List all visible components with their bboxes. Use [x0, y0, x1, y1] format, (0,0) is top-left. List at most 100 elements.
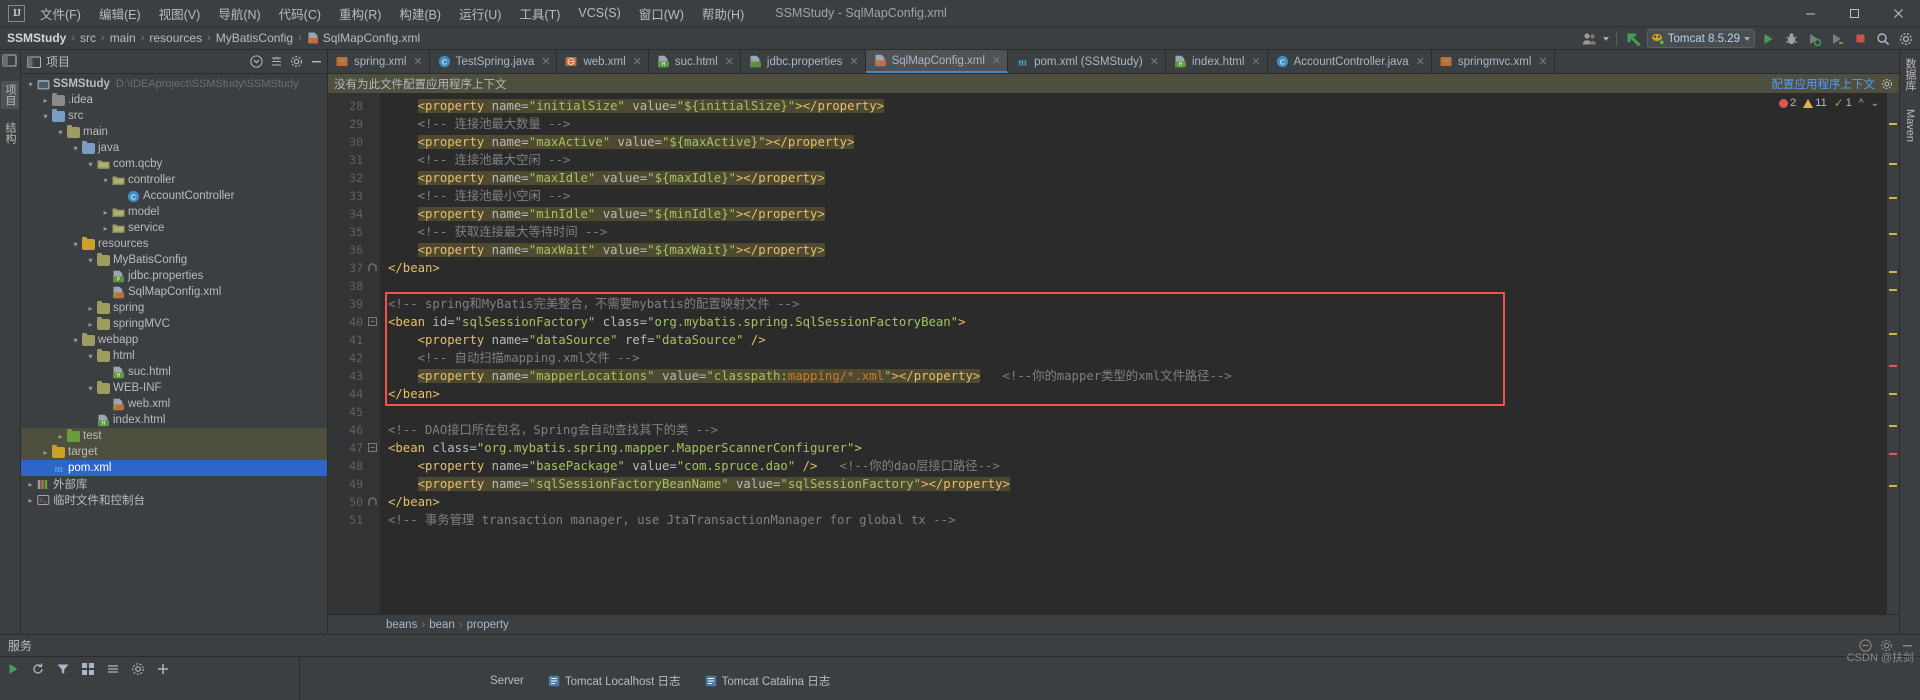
- stripe-project-icon[interactable]: [2, 53, 18, 69]
- code-line[interactable]: <property name="basePackage" value="com.…: [380, 457, 1887, 475]
- line-number[interactable]: 44: [328, 385, 380, 403]
- close-icon[interactable]: ✕: [992, 54, 1001, 67]
- chevron-down-icon[interactable]: ▾: [100, 175, 111, 186]
- close-icon[interactable]: ✕: [1538, 55, 1547, 68]
- chevron-down-icon[interactable]: ▾: [85, 383, 96, 394]
- stop-icon[interactable]: [1850, 29, 1870, 49]
- run-configuration-selector[interactable]: Tomcat 8.5.29: [1646, 29, 1755, 48]
- tree-item-ssmstudy[interactable]: ▾ SSMStudy D:\IDEAproject\SSMStudy\SSMStud…: [21, 76, 327, 92]
- menu-edit[interactable]: 编辑(E): [90, 0, 150, 27]
- chevron-down-icon[interactable]: ▾: [70, 239, 81, 250]
- chevron-right-icon[interactable]: ▸: [25, 479, 36, 490]
- code-line[interactable]: <property name="mapperLocations" value="…: [380, 367, 1887, 385]
- sidebar-item-structure[interactable]: 结构: [1, 119, 19, 147]
- menu-file[interactable]: 文件(F): [31, 0, 90, 27]
- menu-refactor[interactable]: 重构(R): [330, 0, 390, 27]
- sidebar-item-database[interactable]: 数据库: [1901, 55, 1919, 94]
- project-tree[interactable]: ▾ SSMStudy D:\IDEAproject\SSMStudy\SSMStud…: [21, 74, 327, 634]
- line-number-gutter[interactable]: 28 29 30 31 32 33 34 35 36 37 38 39 40−41 42 43 44 45 46 4…: [328, 93, 380, 614]
- gear-icon[interactable]: [1881, 78, 1893, 90]
- line-number[interactable]: 40−: [328, 313, 380, 331]
- menu-view[interactable]: 视图(V): [150, 0, 210, 27]
- code-line[interactable]: <property name="initialSize" value="${in…: [380, 97, 1887, 115]
- line-number[interactable]: 33: [328, 187, 380, 205]
- menu-run[interactable]: 运行(U): [450, 0, 510, 27]
- tree-item-web-xml[interactable]: web.xml: [21, 396, 327, 412]
- code-line[interactable]: <!-- 自动扫描mapping.xml文件 -->: [380, 349, 1887, 367]
- line-number[interactable]: 36: [328, 241, 380, 259]
- close-icon[interactable]: ✕: [849, 55, 858, 68]
- code-line[interactable]: <!-- DAO接口所在包名，Spring会自动查找其下的类 -->: [380, 421, 1887, 439]
- code-line[interactable]: <bean class="org.mybatis.spring.mapper.M…: [380, 439, 1887, 457]
- editor-tab-sqlmapconfig-xml[interactable]: SqlMapConfig.xml ✕: [865, 50, 1009, 73]
- breadcrumb-item-resources[interactable]: resources: [149, 31, 202, 45]
- code-line[interactable]: <property name="sqlSessionFactoryBeanNam…: [380, 475, 1887, 493]
- close-icon[interactable]: ✕: [1150, 55, 1159, 68]
- menu-tools[interactable]: 工具(T): [510, 0, 569, 27]
- line-number[interactable]: 41: [328, 331, 380, 349]
- chevron-down-icon[interactable]: ▾: [85, 351, 96, 362]
- chevron-right-icon[interactable]: ▸: [25, 495, 36, 506]
- settings-icon[interactable]: [1896, 29, 1916, 49]
- menu-help[interactable]: 帮助(H): [693, 0, 753, 27]
- menu-code[interactable]: 代码(C): [270, 0, 330, 27]
- editor-breadcrumb-bean[interactable]: bean: [429, 619, 455, 631]
- code-line[interactable]: <property name="minIdle" value="${minIdl…: [380, 205, 1887, 223]
- line-number[interactable]: 48: [328, 457, 380, 475]
- chevron-down-icon[interactable]: [1602, 36, 1609, 41]
- code-line[interactable]: <!-- 连接池最小空闲 -->: [380, 187, 1887, 205]
- editor-marker-bar[interactable]: [1887, 93, 1899, 614]
- chevron-down-icon[interactable]: ▾: [70, 143, 81, 154]
- chevron-down-icon[interactable]: [1744, 36, 1750, 41]
- line-number[interactable]: 47−: [328, 439, 380, 457]
- editor-breadcrumb[interactable]: beans › bean › property: [328, 614, 1899, 634]
- line-number[interactable]: 31: [328, 151, 380, 169]
- code-line[interactable]: <property name="maxIdle" value="${maxIdl…: [380, 169, 1887, 187]
- line-number[interactable]: 45: [328, 403, 380, 421]
- tree-item-src[interactable]: ▾ src: [21, 108, 327, 124]
- inspection-widget[interactable]: 2 11 ✓ 1 ^ ⌄: [1779, 96, 1879, 110]
- editor-tabs[interactable]: spring.xml ✕ C TestSpring.java ✕ web.xml ✕ Hsuc…: [328, 50, 1899, 74]
- tree-item-test[interactable]: ▸ test: [21, 428, 327, 444]
- coverage-icon[interactable]: [1804, 29, 1824, 49]
- line-number[interactable]: 51: [328, 511, 380, 529]
- chevron-up-icon[interactable]: ^: [1859, 98, 1864, 109]
- line-number[interactable]: 50: [328, 493, 380, 511]
- fold-end-icon[interactable]: [368, 497, 377, 506]
- hide-icon[interactable]: [310, 55, 323, 68]
- chevron-right-icon[interactable]: ▸: [100, 223, 111, 234]
- line-number[interactable]: 30: [328, 133, 380, 151]
- filter-icon[interactable]: [56, 662, 70, 676]
- debug-icon[interactable]: [1781, 29, 1801, 49]
- close-icon[interactable]: ✕: [1416, 55, 1425, 68]
- chevron-right-icon[interactable]: ▸: [40, 95, 51, 106]
- line-number[interactable]: 42: [328, 349, 380, 367]
- code-line[interactable]: <!-- 获取连接最大等待时间 -->: [380, 223, 1887, 241]
- code-line[interactable]: </bean>: [380, 259, 1887, 277]
- tree-item-webapp[interactable]: ▾ webapp: [21, 332, 327, 348]
- tree-item-pom-xml[interactable]: m pom.xml: [21, 460, 327, 476]
- breadcrumb-item-src[interactable]: src: [80, 31, 96, 45]
- tree-item--idea[interactable]: ▸ .idea: [21, 92, 327, 108]
- services-tab-server[interactable]: Server: [490, 675, 524, 687]
- settings-icon[interactable]: [290, 55, 303, 68]
- services-tabs[interactable]: Server Tomcat Localhost 日志 Tomcat Catalina…: [300, 657, 1920, 700]
- code-line[interactable]: <property name="maxWait" value="${maxWai…: [380, 241, 1887, 259]
- close-icon[interactable]: ✕: [413, 55, 422, 68]
- chevron-down-icon[interactable]: ⌄: [1871, 98, 1879, 109]
- run-icon[interactable]: [1758, 29, 1778, 49]
- menu-vcs[interactable]: VCS(S): [569, 2, 629, 24]
- collapse-all-icon[interactable]: [106, 662, 120, 676]
- chevron-right-icon[interactable]: ▸: [40, 447, 51, 458]
- fold-end-icon[interactable]: [368, 263, 377, 272]
- chevron-down-icon[interactable]: ▾: [70, 335, 81, 346]
- chevron-down-icon[interactable]: ▾: [55, 127, 66, 138]
- line-number[interactable]: 32: [328, 169, 380, 187]
- sidebar-item-maven[interactable]: Maven: [1903, 106, 1917, 145]
- editor-tab-pom-xml-ssmstudy-[interactable]: m pom.xml (SSMStudy) ✕: [1008, 50, 1166, 73]
- editor-breadcrumb-property[interactable]: property: [467, 619, 509, 631]
- chevron-down-icon[interactable]: ▾: [85, 255, 96, 266]
- editor-breadcrumb-beans[interactable]: beans: [386, 619, 417, 631]
- line-number[interactable]: 28: [328, 97, 380, 115]
- tree-item-accountcontroller[interactable]: C AccountController: [21, 188, 327, 204]
